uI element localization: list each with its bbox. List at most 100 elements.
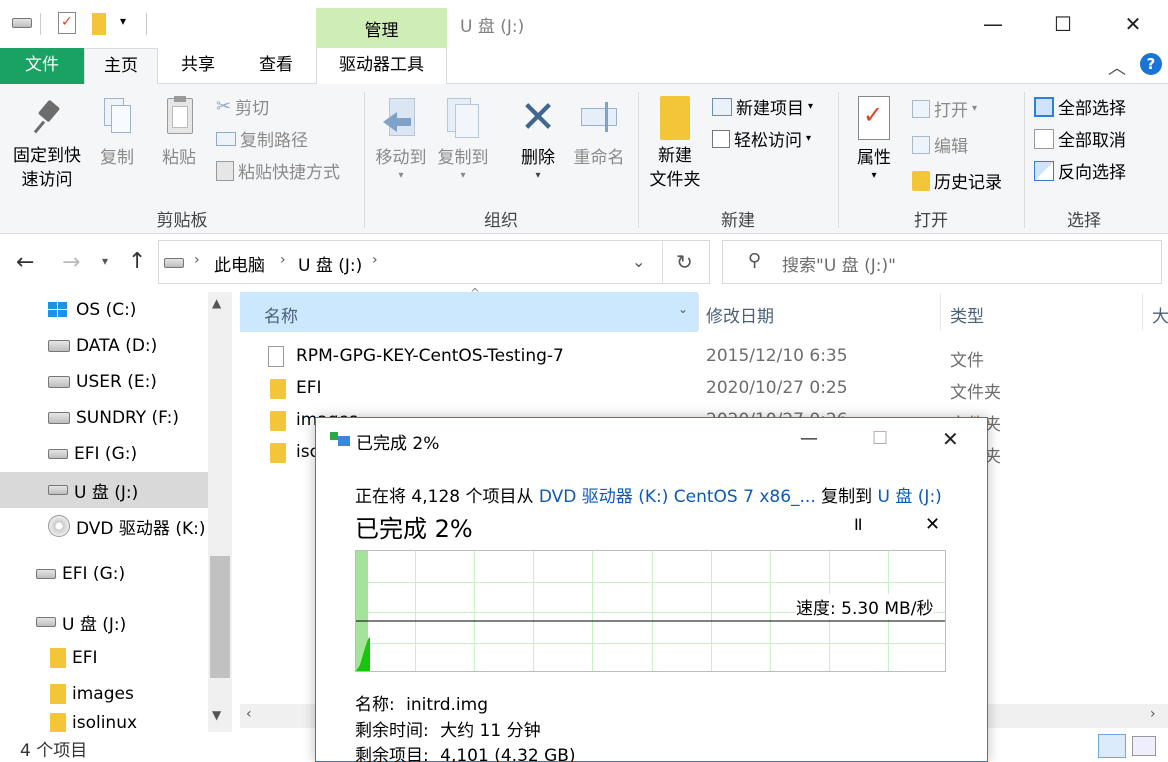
dialog-close-button[interactable]: ✕ — [942, 427, 959, 451]
pause-button[interactable]: II — [854, 515, 863, 534]
maximize-button[interactable]: ☐ — [1040, 8, 1086, 40]
edit-button[interactable]: 编辑 — [912, 132, 968, 157]
scroll-left-icon[interactable]: ‹ — [246, 706, 252, 722]
column-separator — [1142, 294, 1143, 330]
collapse-ribbon-icon[interactable]: ︿ — [1108, 54, 1126, 80]
forward-icon[interactable]: → — [62, 250, 80, 275]
delete-dropdown-icon: ▾ — [535, 170, 541, 181]
open-button[interactable]: 打开 ▾ — [912, 96, 977, 121]
recent-locations-icon[interactable]: ▾ — [102, 254, 108, 268]
up-icon[interactable]: ↑ — [128, 249, 146, 274]
nav-label: SUNDRY (F:) — [76, 408, 180, 428]
nav-item-sundry-f[interactable]: SUNDRY (F:) — [48, 401, 179, 435]
invert-selection-label: 反向选择 — [1058, 163, 1126, 183]
breadcrumb-usb[interactable]: U 盘 (J:) — [298, 251, 362, 276]
tab-driver-tools[interactable]: 驱动器工具 — [316, 48, 447, 84]
minimize-button[interactable]: — — [970, 8, 1016, 40]
pin-quick-access-button[interactable]: 固定到快 速访问 — [8, 98, 86, 192]
nav-item-os-c[interactable]: OS (C:) — [48, 293, 136, 327]
cut-button[interactable]: ✂ 剪切 — [216, 94, 269, 119]
properties-button[interactable]: ✓ 属性 ▾ — [846, 96, 902, 181]
copy-source-link[interactable]: DVD 驱动器 (K:) CentOS 7 x86_... — [539, 487, 816, 507]
nav-item-isolinux-folder[interactable]: isolinux — [50, 713, 137, 733]
paste-shortcut-icon — [216, 160, 234, 181]
windows-drive-icon — [48, 302, 70, 318]
nav-label: EFI — [72, 648, 98, 668]
close-button[interactable]: ✕ — [1110, 8, 1156, 40]
search-placeholder[interactable]: 搜索"U 盘 (J:)" — [782, 251, 896, 276]
column-separator — [698, 294, 699, 330]
tab-home[interactable]: 主页 — [84, 48, 158, 85]
paste-shortcut-button[interactable]: 粘贴快捷方式 — [216, 158, 340, 183]
address-dropdown-icon[interactable]: ⌄ — [632, 252, 645, 271]
scroll-right-icon[interactable]: › — [1150, 706, 1156, 722]
breadcrumb-this-pc[interactable]: 此电脑 — [214, 251, 265, 276]
refresh-icon[interactable]: ↻ — [676, 250, 693, 274]
new-item-button[interactable]: 新建项目 ▾ — [712, 94, 813, 119]
copy-to-button[interactable]: 复制到 ▾ — [434, 96, 492, 181]
folder-icon — [50, 684, 66, 704]
new-item-icon — [712, 97, 732, 116]
progress-heading: 已完成 2% — [355, 515, 473, 543]
tab-file[interactable]: 文件 — [0, 48, 84, 84]
nav-item-efi-g-root[interactable]: EFI (G:) — [36, 557, 125, 591]
nav-scrollbar-thumb[interactable] — [210, 556, 230, 678]
nav-item-user-e[interactable]: USER (E:) — [48, 365, 157, 399]
scroll-down-icon[interactable]: ▼ — [212, 708, 221, 722]
cancel-button[interactable]: ✕ — [925, 514, 940, 535]
nav-item-efi-g[interactable]: EFI (G:) — [48, 437, 137, 471]
column-type[interactable]: 类型 — [950, 302, 984, 327]
file-name[interactable]: EFI — [296, 378, 322, 398]
move-to-button[interactable]: 移动到 ▾ — [372, 96, 430, 181]
folder-icon — [270, 411, 286, 431]
easy-access-button[interactable]: 轻松访问 ▾ — [712, 126, 811, 151]
select-all-label: 全部选择 — [1058, 99, 1126, 119]
chevron-right-icon: › — [372, 252, 378, 268]
file-name[interactable]: RPM-GPG-KEY-CentOS-Testing-7 — [296, 346, 564, 366]
column-name[interactable]: 名称 — [264, 302, 298, 327]
quick-access-dropdown-icon[interactable]: ▾ — [120, 14, 126, 28]
dialog-minimize-button[interactable]: — — [800, 428, 818, 449]
history-button[interactable]: 历史记录 — [912, 168, 1002, 193]
new-group-label: 新建 — [721, 211, 755, 231]
nav-item-usb-j[interactable]: U 盘 (J:) — [48, 473, 138, 507]
tab-share[interactable]: 共享 — [162, 48, 234, 84]
chevron-right-icon: › — [194, 252, 200, 268]
column-size[interactable]: 大 — [1152, 302, 1168, 327]
nav-item-usb-j-root[interactable]: U 盘 (J:) — [36, 605, 126, 639]
nav-item-images-folder[interactable]: images — [50, 677, 134, 711]
new-folder-quick-icon[interactable] — [92, 13, 106, 35]
select-none-button[interactable]: 全部取消 — [1034, 126, 1126, 151]
copy-path-button[interactable]: 复制路径 — [216, 126, 308, 151]
nav-item-dvd-k[interactable]: DVD 驱动器 (K:) — [48, 509, 205, 543]
nav-item-data-d[interactable]: DATA (D:) — [48, 329, 157, 363]
copy-dest-link[interactable]: U 盘 (J:) — [878, 487, 942, 507]
name-label: 名称: — [355, 695, 395, 715]
new-folder-button[interactable]: 新建 文件夹 — [644, 96, 706, 192]
drive-icon — [12, 18, 32, 28]
copy-to-dropdown-icon: ▾ — [460, 170, 466, 181]
select-all-button[interactable]: 全部选择 — [1034, 94, 1126, 119]
column-filter-icon[interactable]: ⌄ — [678, 302, 688, 316]
back-icon[interactable]: ← — [16, 250, 34, 275]
nav-item-efi-folder[interactable]: EFI — [50, 641, 98, 675]
name-column-header[interactable] — [240, 292, 698, 332]
column-date[interactable]: 修改日期 — [706, 302, 774, 327]
scissors-icon: ✂ — [216, 96, 232, 117]
copy-button[interactable]: 复制 — [94, 96, 140, 170]
easy-access-dropdown-icon: ▾ — [806, 133, 812, 144]
delete-button[interactable]: ✕ 删除 ▾ — [510, 96, 566, 182]
usb-drive-icon — [36, 617, 56, 627]
help-icon[interactable]: ? — [1140, 53, 1162, 75]
invert-selection-button[interactable]: 反向选择 — [1034, 158, 1126, 183]
select-none-label: 全部取消 — [1058, 131, 1126, 151]
rename-button[interactable]: 重命名 — [568, 96, 630, 170]
move-to-icon — [381, 96, 421, 140]
file-icon — [268, 346, 284, 367]
properties-quick-icon[interactable]: ✓ — [58, 12, 76, 34]
large-icons-view-icon[interactable] — [1132, 736, 1156, 756]
tab-view[interactable]: 查看 — [240, 48, 312, 84]
scroll-up-icon[interactable]: ▲ — [212, 296, 221, 310]
details-view-icon[interactable] — [1098, 734, 1126, 758]
paste-button[interactable]: 粘贴 — [156, 96, 202, 170]
